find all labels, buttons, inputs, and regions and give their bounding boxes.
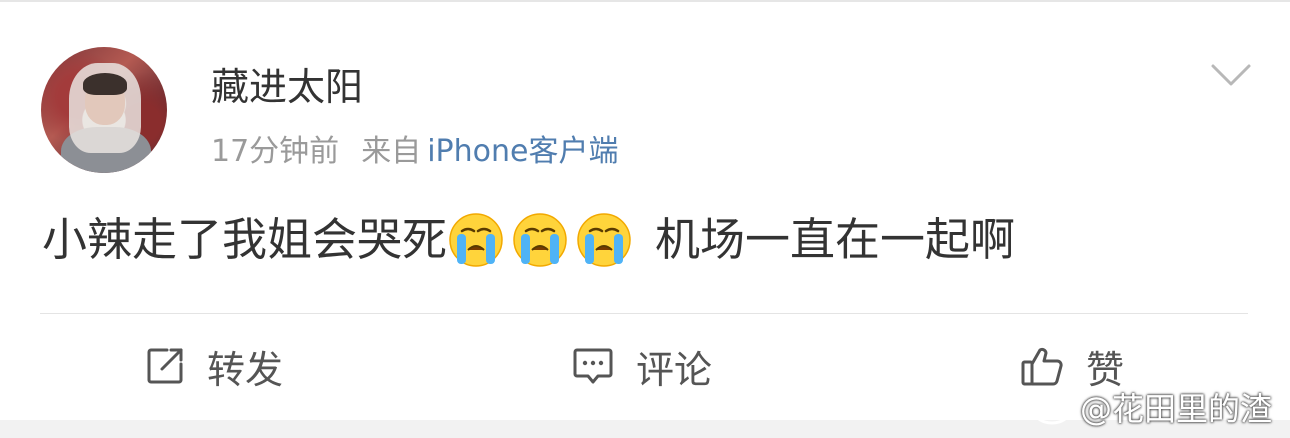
post-body: 小辣走了我姐会哭死 机场一直在一起啊 xyxy=(42,210,1015,270)
post-text-after: 机场一直在一起啊 xyxy=(655,213,1016,266)
repost-label: 转发 xyxy=(207,347,284,392)
weibo-logo-icon xyxy=(1033,392,1076,425)
divider xyxy=(40,313,1248,314)
chevron-down-icon[interactable] xyxy=(1210,62,1252,88)
comment-button[interactable]: 评论 xyxy=(572,343,712,392)
like-button[interactable]: 赞 xyxy=(1020,343,1124,392)
crying-emoji-icon xyxy=(577,213,631,267)
crying-emoji-icon xyxy=(513,213,567,267)
repost-icon xyxy=(147,348,183,384)
crying-emoji-icon xyxy=(449,213,503,267)
watermark: @花田里的渣 xyxy=(1032,385,1272,429)
thumbs-up-icon xyxy=(1021,347,1063,386)
post-text-before: 小辣走了我姐会哭死 xyxy=(42,213,448,266)
avatar[interactable] xyxy=(41,47,167,173)
comment-icon xyxy=(573,348,613,384)
username[interactable]: 藏进太阳 xyxy=(211,68,363,106)
repost-button[interactable]: 转发 xyxy=(145,343,283,392)
avatar-hair xyxy=(83,73,127,95)
post-meta: 17分钟前 来自 iPhone客户端 xyxy=(211,137,618,167)
post-time: 17分钟前 xyxy=(211,134,340,169)
comment-label: 评论 xyxy=(636,347,713,392)
post-source-link[interactable]: iPhone客户端 xyxy=(427,134,618,169)
from-label: 来自 xyxy=(361,134,422,169)
top-border xyxy=(0,0,1290,2)
watermark-text: @花田里的渣 xyxy=(1080,390,1273,428)
